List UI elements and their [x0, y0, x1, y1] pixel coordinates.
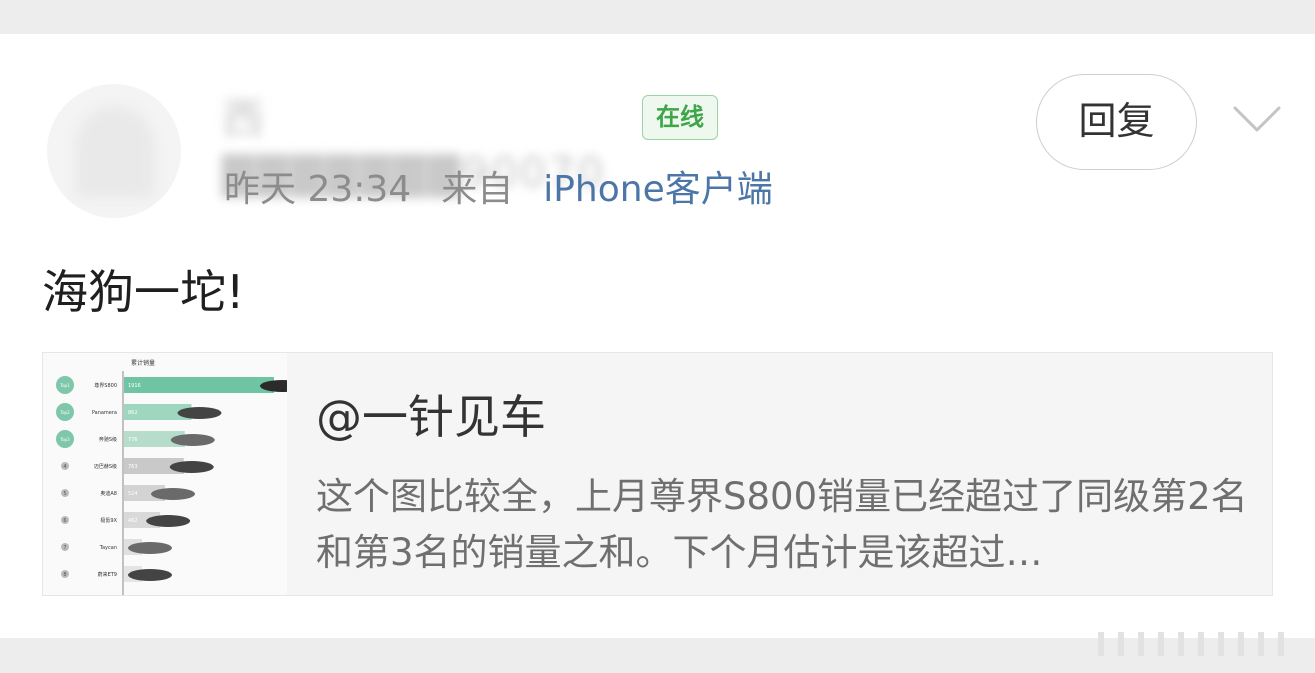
car-image — [151, 488, 196, 500]
rank-label: Top2 — [59, 410, 70, 415]
model-label: 奥迪A8 — [100, 490, 117, 497]
car-image — [128, 542, 172, 554]
sales-value-label: 462 — [128, 518, 138, 524]
card-thumbnail: 累计销量 Top1 尊界S800 1916 Top2 Panamera 862 Top3 奔驰… — [43, 353, 287, 595]
rank-label: Top1 — [59, 383, 70, 388]
link-card[interactable]: 累计销量 Top1 尊界S800 1916 Top2 Panamera 862 Top3 奔驰… — [42, 352, 1273, 596]
car-image — [146, 515, 191, 527]
car-image — [170, 434, 215, 446]
card-description: 这个图比较全，上月尊界S800销量已经超过了同级第2名和第3名的销量之和。下个月… — [316, 475, 1248, 574]
sales-bar — [124, 377, 274, 393]
rank-label: 4 — [63, 464, 66, 470]
rank-label: 8 — [63, 572, 66, 578]
model-label: 尊界S800 — [94, 382, 117, 389]
post-time: 昨天 23:34 — [224, 169, 412, 210]
post-meta: 昨天 23:34 来自 iPhone客户端 — [224, 166, 773, 214]
model-label: 极氪9X — [100, 517, 117, 524]
sales-value-label: 1916 — [128, 383, 141, 389]
sales-value-label: 776 — [128, 437, 138, 443]
watermark-lines-icon — [1098, 632, 1284, 656]
car-image — [169, 461, 214, 473]
rank-label: Top3 — [59, 437, 70, 442]
model-label: 迈巴赫S级 — [94, 463, 117, 470]
thumbnail-header: 累计销量 — [131, 359, 155, 367]
rank-label: 7 — [63, 545, 66, 551]
online-status-badge: 在线 — [642, 95, 718, 140]
username[interactable]: 西▇▇▇▇▇▇▇90070 — [222, 92, 632, 197]
source-prefix: 来自 — [441, 169, 514, 210]
model-label: 奔驰S级 — [99, 436, 117, 443]
model-label: Taycan — [99, 545, 117, 551]
sales-chart-thumbnail: 累计销量 Top1 尊界S800 1916 Top2 Panamera 862 Top3 奔驰… — [56, 359, 287, 595]
sales-value-label: 763 — [128, 464, 138, 470]
rank-label: 5 — [63, 491, 66, 497]
top-separator — [0, 0, 1315, 34]
avatar-blurred-image — [75, 106, 155, 198]
avatar[interactable] — [47, 84, 181, 218]
model-label: 蔚来ET9 — [98, 571, 117, 578]
source-client-link[interactable]: iPhone客户端 — [543, 169, 773, 210]
sales-value-label: 862 — [128, 410, 138, 416]
sales-value-label: 524 — [128, 491, 138, 497]
card-title: @一针见车 — [316, 390, 546, 444]
car-image — [177, 407, 222, 419]
car-image — [128, 569, 172, 581]
post-text: 海狗一坨! — [42, 265, 245, 319]
reply-button[interactable]: 回复 — [1036, 74, 1197, 170]
model-label: Panamera — [92, 410, 117, 416]
rank-label: 6 — [63, 518, 66, 524]
chevron-down-icon[interactable] — [1232, 100, 1282, 136]
